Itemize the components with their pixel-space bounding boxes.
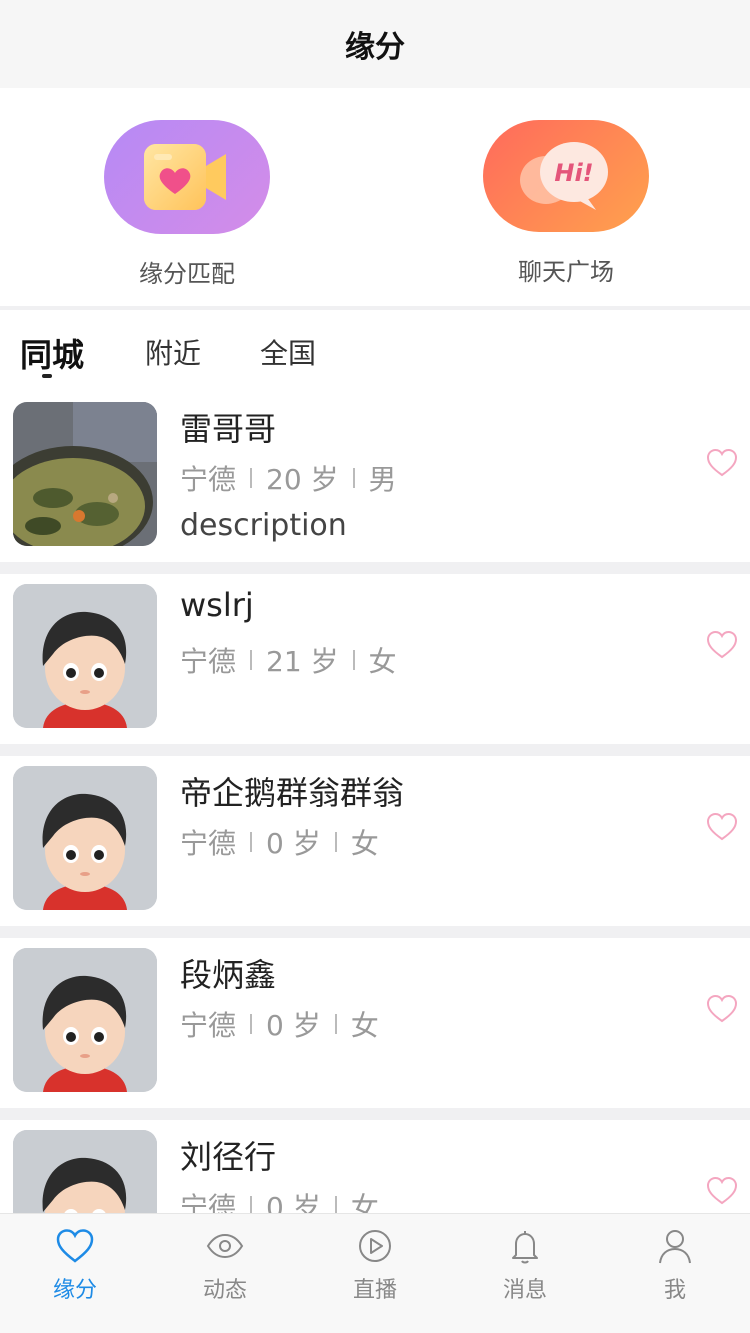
like-heart-icon[interactable] <box>706 630 738 660</box>
feature-section: 缘分匹配 Hi! 聊天广场 <box>0 88 750 306</box>
hi-text: Hi! <box>554 159 593 187</box>
user-gender: 女 <box>350 827 379 860</box>
like-heart-icon[interactable] <box>706 812 738 842</box>
meta-divider <box>250 1014 253 1034</box>
user-card[interactable]: 帝企鹅群翁群翁 宁德 0 岁 女 <box>0 756 750 926</box>
user-name: 雷哥哥 <box>180 410 277 448</box>
nav-item-messages[interactable]: 消息 <box>475 1228 575 1304</box>
food-photo-image <box>13 402 157 546</box>
play-icon <box>359 1230 391 1262</box>
location-tabs: 同城 附近 全国 <box>0 310 750 392</box>
nav-label: 动态 <box>202 1278 247 1303</box>
user-gender: 女 <box>350 1009 379 1042</box>
user-gender: 女 <box>368 645 397 678</box>
default-avatar-image <box>13 766 157 910</box>
user-icon <box>659 1230 691 1264</box>
user-card[interactable]: 雷哥哥 宁德 20 岁 男 description <box>0 392 750 562</box>
header: 缘分 <box>0 0 750 88</box>
meta-divider <box>334 1014 337 1034</box>
match-feature-button[interactable]: 缘分匹配 <box>57 120 317 289</box>
user-city: 宁德 <box>180 827 237 860</box>
user-name: 段炳鑫 <box>180 956 277 994</box>
nav-item-me[interactable]: 我 <box>625 1228 725 1304</box>
app-screen: 缘分 缘分匹配 Hi! 聊天广场 同城 附近 全国 雷哥哥 宁德 20 岁 男 … <box>0 0 750 1333</box>
user-age: 0 岁 <box>266 827 321 860</box>
user-meta: 宁德 21 岁 女 <box>180 640 397 680</box>
match-pill[interactable] <box>104 120 270 234</box>
avatar[interactable] <box>13 948 157 1092</box>
avatar[interactable] <box>13 766 157 910</box>
user-age: 20 岁 <box>266 463 339 496</box>
chat-square-feature-button[interactable]: Hi! 聊天广场 <box>436 120 696 287</box>
chat-pill[interactable]: Hi! <box>483 120 649 232</box>
chat-square-feature-label: 聊天广场 <box>518 258 614 286</box>
meta-divider <box>352 468 355 488</box>
eye-icon <box>206 1233 244 1259</box>
tab-nationwide[interactable]: 全国 <box>260 332 316 372</box>
like-heart-icon[interactable] <box>706 448 738 478</box>
user-name: 帝企鹅群翁群翁 <box>180 774 405 812</box>
hi-chat-bubble-icon: Hi! <box>520 142 608 210</box>
user-description: description <box>180 508 347 543</box>
nav-label: 缘分 <box>52 1278 97 1303</box>
nav-label: 我 <box>663 1278 686 1303</box>
nav-label: 消息 <box>502 1278 547 1303</box>
user-city: 宁德 <box>180 1009 237 1042</box>
match-feature-label: 缘分匹配 <box>139 260 235 288</box>
bottom-tab-bar: 缘分 动态 直播 消息 我 <box>0 1213 750 1333</box>
avatar[interactable] <box>13 402 157 546</box>
user-card[interactable]: wslrj 宁德 21 岁 女 <box>0 574 750 744</box>
page-title: 缘分 <box>345 30 405 65</box>
heart-icon <box>56 1229 94 1263</box>
like-heart-icon[interactable] <box>706 1176 738 1206</box>
default-avatar-image <box>13 584 157 728</box>
tab-same-city[interactable]: 同城 <box>20 330 84 376</box>
like-heart-icon[interactable] <box>706 994 738 1024</box>
user-city: 宁德 <box>180 645 237 678</box>
user-name: wslrj <box>180 586 254 624</box>
default-avatar-image <box>13 948 157 1092</box>
nav-label: 直播 <box>352 1278 397 1303</box>
meta-divider <box>250 650 253 670</box>
nav-item-moments[interactable]: 动态 <box>175 1228 275 1304</box>
meta-divider <box>334 832 337 852</box>
tab-nearby[interactable]: 附近 <box>145 332 201 372</box>
user-meta: 宁德 0 岁 女 <box>180 1004 379 1044</box>
user-age: 21 岁 <box>266 645 339 678</box>
nav-item-fate[interactable]: 缘分 <box>25 1228 125 1304</box>
user-gender: 男 <box>368 463 397 496</box>
user-meta: 宁德 20 岁 男 <box>180 458 397 498</box>
meta-divider <box>250 468 253 488</box>
active-tab-indicator <box>42 374 52 378</box>
user-meta: 宁德 0 岁 女 <box>180 822 379 862</box>
avatar[interactable] <box>13 584 157 728</box>
meta-divider <box>250 832 253 852</box>
user-name: 刘径行 <box>180 1138 277 1176</box>
nav-item-live[interactable]: 直播 <box>325 1228 425 1304</box>
meta-divider <box>352 650 355 670</box>
user-age: 0 岁 <box>266 1009 321 1042</box>
video-heart-icon <box>144 144 226 210</box>
user-city: 宁德 <box>180 463 237 496</box>
user-card[interactable]: 段炳鑫 宁德 0 岁 女 <box>0 938 750 1108</box>
bell-icon <box>512 1231 538 1264</box>
